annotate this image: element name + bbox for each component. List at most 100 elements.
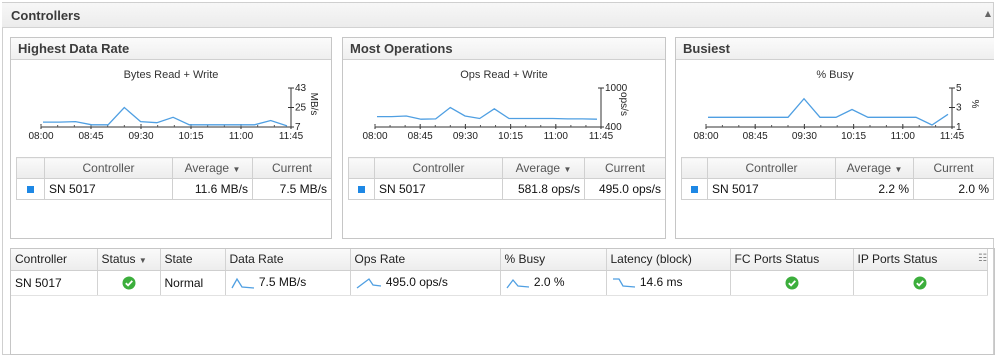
section-header[interactable]: Controllers ▲ — [2, 3, 993, 28]
data-rate-sparkline-icon — [230, 277, 254, 289]
average-header[interactable]: Average ▼ — [502, 157, 585, 179]
x-tick-label: 09:30 — [453, 131, 478, 142]
series-color-icon — [27, 186, 34, 193]
series-color-icon — [691, 186, 698, 193]
controllers-grid: ☷ Controller Status ▼ State Data Rate Op… — [10, 248, 995, 355]
table-row[interactable]: SN 5017 11.6 MB/s 7.5 MB/s — [16, 178, 331, 200]
y-unit-label: % — [969, 100, 980, 109]
controller-cell[interactable]: SN 5017 — [11, 270, 98, 296]
average-header[interactable]: Average ▼ — [835, 157, 914, 179]
x-tick-label: 11:00 — [544, 131, 569, 142]
latency-cell: 14.6 ms — [639, 275, 683, 290]
top-table: Controller Average ▼ Current SN 5017 581… — [348, 157, 665, 200]
controller-cell: SN 5017 — [707, 178, 836, 200]
x-tick-label: 11:45 — [940, 131, 965, 142]
col-latency[interactable]: Latency (block) — [606, 249, 731, 271]
x-tick-label: 10:15 — [178, 131, 203, 142]
controller-header[interactable]: Controller — [374, 157, 503, 179]
sort-desc-icon: ▼ — [138, 256, 147, 266]
table-row[interactable]: SN 5017 Normal 7.5 MB/s 495.0 ops/s 2.0 … — [11, 270, 988, 296]
controllers-table: Controller Status ▼ State Data Rate Ops … — [11, 249, 988, 296]
data-rate-chart: 43257MB/s08:00 08:45 09:30 10:15 11:00 11:45 — [28, 84, 319, 142]
latency-sparkline-icon — [612, 278, 635, 288]
current-header[interactable]: Current — [584, 157, 665, 179]
y-tick-label: 43 — [295, 84, 307, 94]
state-cell: Normal — [160, 270, 226, 296]
panel-title: Busiest — [676, 38, 994, 60]
y-unit-label: MB/s — [308, 93, 319, 116]
x-tick-label: 11:45 — [279, 131, 304, 142]
col-state[interactable]: State — [160, 249, 226, 271]
x-tick-label: 08:00 — [362, 131, 387, 142]
x-tick-label: 08:00 — [693, 131, 718, 142]
x-tick-label: 10:15 — [498, 131, 523, 142]
series-line — [708, 97, 949, 126]
average-header[interactable]: Average ▼ — [172, 157, 253, 179]
ops-rate-cell: 495.0 ops/s — [385, 275, 448, 290]
series-line — [43, 106, 288, 127]
current-cell: 495.0 ops/s — [584, 178, 665, 200]
table-row[interactable]: SN 5017 581.8 ops/s 495.0 ops/s — [348, 178, 665, 200]
series-color-icon — [358, 186, 365, 193]
col-busy[interactable]: % Busy — [500, 249, 607, 271]
col-fc-ports[interactable]: FC Ports Status — [730, 249, 854, 271]
busy-cell: 2.0 % — [533, 275, 565, 290]
col-controller[interactable]: Controller — [11, 249, 98, 271]
current-header[interactable]: Current — [252, 157, 331, 179]
y-tick-label: 3 — [956, 103, 962, 114]
average-cell: 581.8 ops/s — [502, 178, 585, 200]
column-menu-icon[interactable]: ☷ — [978, 253, 987, 264]
y-unit-label: ops/s — [618, 92, 629, 116]
x-tick-label: 10:15 — [841, 131, 866, 142]
chart-title: Ops Read + Write — [460, 69, 548, 81]
chart-title: Bytes Read + Write — [123, 69, 219, 81]
x-tick-label: 08:45 — [78, 131, 103, 142]
panel-title: Most Operations — [343, 38, 665, 60]
table-row[interactable]: SN 5017 2.2 % 2.0 % — [681, 178, 994, 200]
check-ok-icon — [122, 276, 135, 290]
controller-cell: SN 5017 — [374, 178, 503, 200]
controller-header[interactable]: Controller — [707, 157, 836, 179]
controller-cell: SN 5017 — [44, 178, 173, 200]
top-table: Controller Average ▼ Current SN 5017 11.… — [16, 157, 331, 200]
average-cell: 11.6 MB/s — [172, 178, 253, 200]
col-data-rate[interactable]: Data Rate — [225, 249, 351, 271]
x-tick-label: 08:45 — [408, 131, 433, 142]
ops-rate-chart: 1000400ops/s08:00 08:45 09:30 10:15 11:00 11:… — [362, 84, 629, 142]
ops-rate-sparkline-icon — [356, 277, 381, 289]
x-tick-label: 11:00 — [891, 131, 916, 142]
busy-sparkline-icon — [505, 278, 529, 289]
panel-most-operations: Most Operations Ops Read + Write 1000 400… — [342, 37, 666, 239]
current-cell: 2.0 % — [913, 178, 994, 200]
panel-busiest: Busiest % Busy 5 3 1% 08:00 08:45 09:30 10:15 1… — [675, 37, 994, 239]
chart-title: % Busy — [816, 69, 854, 81]
y-tick-label: 5 — [956, 84, 962, 94]
x-tick-label: 09:30 — [792, 131, 817, 142]
check-ok-icon — [785, 276, 798, 290]
x-tick-label: 08:45 — [743, 131, 768, 142]
average-cell: 2.2 % — [835, 178, 914, 200]
current-cell: 7.5 MB/s — [252, 178, 331, 200]
top-table: Controller Average ▼ Current SN 5017 2.2… — [681, 157, 994, 200]
panel-title: Highest Data Rate — [11, 38, 331, 60]
sort-desc-icon: ▼ — [563, 165, 572, 174]
x-tick-label: 08:00 — [28, 131, 53, 142]
col-status[interactable]: Status ▼ — [97, 249, 161, 271]
panel-highest-data-rate: Highest Data Rate Bytes Read + Write 43 2… — [10, 37, 332, 239]
x-tick-label: 09:30 — [128, 131, 153, 142]
sort-desc-icon: ▼ — [232, 165, 241, 174]
x-tick-label: 11:00 — [229, 131, 254, 142]
controller-header[interactable]: Controller — [44, 157, 173, 179]
section-title: Controllers — [11, 8, 81, 23]
current-header[interactable]: Current — [913, 157, 994, 179]
col-ip-ports[interactable]: IP Ports Status — [853, 249, 988, 271]
check-ok-icon — [913, 276, 927, 290]
series-line — [377, 106, 598, 120]
x-tick-label: 11:45 — [589, 131, 614, 142]
collapse-arrow-icon[interactable]: ▲ — [985, 9, 991, 18]
busy-chart: 531%08:00 08:45 09:30 10:15 11:00 11:45 — [693, 84, 980, 142]
sort-desc-icon: ▼ — [894, 165, 903, 174]
data-rate-cell: 7.5 MB/s — [258, 275, 307, 290]
y-tick-label: 25 — [295, 103, 307, 114]
col-ops-rate[interactable]: Ops Rate — [350, 249, 501, 271]
